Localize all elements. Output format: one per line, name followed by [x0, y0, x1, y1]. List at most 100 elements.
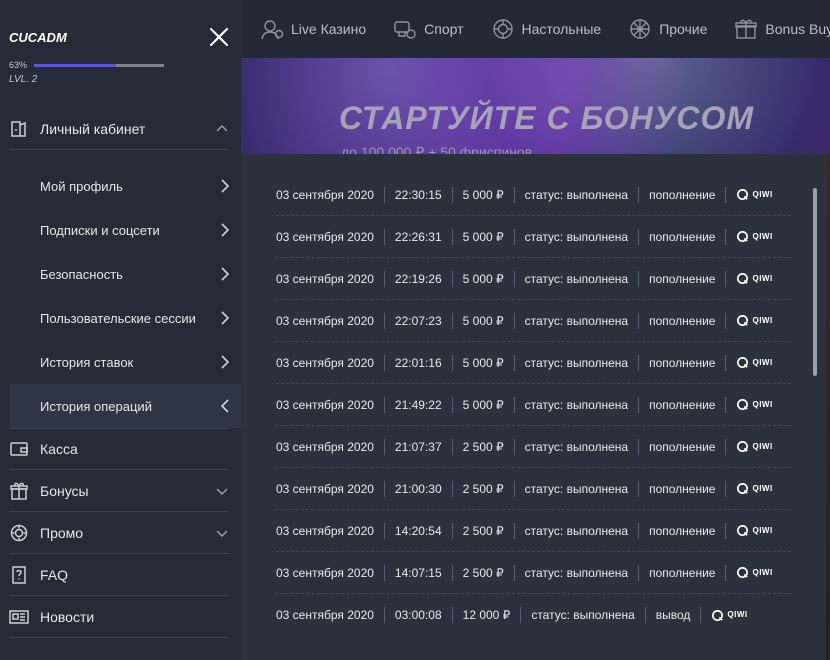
operation-type: пополнение — [638, 522, 725, 539]
payment-method-name: QIWI — [752, 399, 773, 409]
chevron-right-icon — [219, 311, 231, 325]
payment-method-logo: QIWI — [725, 270, 782, 287]
operation-row: 03 сентября 2020 22:01:16 5 000 ₽ статус: в… — [276, 342, 791, 384]
account-icon — [9, 120, 29, 138]
payment-method-name: QIWI — [752, 189, 773, 199]
operation-date: 03 сентября 2020 — [276, 355, 374, 370]
operation-amount: 5 000 ₽ — [451, 270, 514, 287]
chevron-down-icon — [216, 484, 228, 496]
payment-method-logo: QIWI — [725, 396, 782, 413]
sidebar-item[interactable]: Касса — [9, 428, 228, 470]
payment-method-name: QIWI — [727, 610, 748, 619]
close-menu-button[interactable] — [206, 24, 232, 50]
level-label: LVL. 2 — [9, 74, 38, 85]
chevron-right-icon — [219, 355, 231, 369]
submenu-item[interactable]: История ставок — [0, 340, 241, 384]
nav-table-games-label: Настольные — [521, 21, 602, 37]
wallet-icon — [9, 440, 29, 458]
nav-sport-label: Спорт — [424, 21, 464, 37]
qiwi-icon — [736, 440, 749, 453]
nav-table-games[interactable]: Настольные — [490, 18, 602, 40]
operation-row: 03 сентября 2020 21:00:30 2 500 ₽ статус: в… — [276, 468, 791, 510]
submenu-item[interactable]: Пользовательские сессии — [0, 296, 241, 340]
nav-bonus-buy[interactable]: Bonus Buy — [733, 18, 830, 40]
level-progress-fill — [34, 64, 116, 67]
nav-live-casino-label: Live Казино — [291, 21, 367, 37]
submenu-item[interactable]: История операций — [9, 384, 241, 428]
qiwi-icon — [736, 566, 749, 579]
payment-method-name: QIWI — [752, 231, 773, 241]
sidebar-item[interactable]: Новости — [9, 596, 228, 638]
payment-method-logo: QIWI — [725, 312, 782, 329]
operation-amount: 5 000 ₽ — [451, 396, 514, 413]
sidebar-item-label: Бонусы — [40, 482, 89, 499]
payment-method-name: QIWI — [752, 525, 773, 535]
operation-time: 22:26:31 — [383, 228, 452, 245]
qiwi-icon — [736, 524, 749, 537]
gift-icon — [9, 482, 29, 500]
submenu-item-label: Безопасность — [40, 266, 123, 282]
promo-banner[interactable]: СТАРТУЙТЕ С БОНУСОМ до 100 000 ₽ + 50 фр… — [241, 58, 830, 154]
operation-amount: 2 500 ₽ — [451, 564, 514, 581]
username: CUCADM — [9, 30, 67, 45]
operation-time: 22:07:23 — [383, 312, 452, 329]
operation-status: статус: выполнена — [513, 480, 638, 497]
sidebar-item-label: Промо — [40, 524, 84, 541]
submenu-item[interactable]: Мой профиль — [0, 164, 241, 208]
nav-sport[interactable]: Спорт — [392, 18, 464, 40]
qiwi-icon — [736, 398, 749, 411]
payment-method-name: QIWI — [752, 441, 773, 451]
operation-time: 21:07:37 — [383, 438, 452, 455]
operation-amount: 5 000 ₽ — [451, 228, 514, 245]
sidebar-item-account[interactable]: Личный кабинет — [9, 108, 228, 150]
sidebar-item[interactable]: Бонусы — [9, 470, 228, 512]
operation-row: 03 сентября 2020 14:07:15 2 500 ₽ статус: в… — [276, 552, 791, 594]
payment-method-logo: QIWI — [725, 438, 782, 455]
operation-row: 03 сентября 2020 22:19:26 5 000 ₽ статус: в… — [276, 258, 791, 300]
gift-icon — [733, 18, 759, 40]
operation-time: 22:19:26 — [383, 270, 452, 287]
sidebar-item-label: Касса — [40, 441, 78, 457]
qiwi-icon — [736, 272, 749, 285]
level-progress-percent: 63% — [9, 60, 28, 70]
sidebar-item[interactable]: FAQ — [9, 554, 228, 596]
qiwi-icon — [736, 482, 749, 495]
operation-status: статус: выполнена — [520, 607, 644, 623]
operation-time: 14:20:54 — [383, 522, 452, 539]
sidebar-item[interactable]: Промо — [9, 512, 228, 554]
operation-date: 03 сентября 2020 — [276, 397, 374, 412]
operation-date: 03 сентября 2020 — [276, 271, 374, 286]
banner-title: СТАРТУЙТЕ С БОНУСОМ — [339, 100, 755, 136]
submenu-item[interactable]: Безопасность — [0, 252, 241, 296]
operation-status: статус: выполнена — [513, 228, 638, 245]
operation-status: статус: выполнена — [513, 522, 638, 539]
sidebar: CUCADM 63% LVL. 2 Личный кабинет Мой про… — [0, 0, 241, 660]
qiwi-icon — [736, 188, 749, 201]
nav-other[interactable]: Прочие — [627, 18, 707, 40]
payment-method-logo: QIWI — [725, 522, 782, 539]
qiwi-icon — [736, 356, 749, 369]
nav-live-casino[interactable]: Live Казино — [259, 18, 366, 40]
operation-amount: 2 500 ₽ — [451, 480, 514, 497]
operation-date: 03 сентября 2020 — [276, 439, 374, 454]
operation-date: 03 сентября 2020 — [276, 481, 374, 496]
sidebar-main-items: Касса Бонусы Промо FAQ Новости — [0, 428, 241, 638]
submenu-item[interactable]: Подписки и соцсети — [0, 208, 241, 252]
submenu-item-label: Мой профиль — [40, 178, 123, 194]
sidebar-item-account-label: Личный кабинет — [40, 120, 146, 137]
payment-method-logo: QIWI — [725, 354, 782, 371]
chevron-up-icon — [216, 122, 228, 134]
scrollbar-thumb[interactable] — [813, 188, 817, 376]
payment-method-logo: QIWI — [700, 607, 757, 623]
qiwi-icon — [736, 230, 749, 243]
qiwi-icon — [711, 609, 724, 622]
background-edge — [826, 154, 830, 660]
faq-icon — [9, 565, 29, 584]
sport-icon — [392, 18, 418, 40]
chevron-left-icon — [219, 399, 231, 413]
payment-method-name: QIWI — [752, 483, 773, 493]
operation-row: 03 сентября 2020 03:00:08 12 000 ₽ статус: … — [276, 594, 791, 636]
operation-row: 03 сентября 2020 21:07:37 2 500 ₽ статус: в… — [276, 426, 791, 468]
operation-status: статус: выполнена — [513, 312, 638, 329]
operation-row: 03 сентября 2020 22:07:23 5 000 ₽ статус: в… — [276, 300, 791, 342]
